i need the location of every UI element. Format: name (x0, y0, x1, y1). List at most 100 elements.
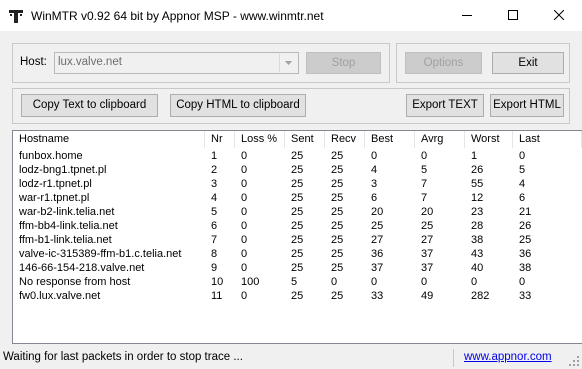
exit-button[interactable]: Exit (492, 52, 564, 74)
cell-last: 0 (519, 150, 526, 162)
cell-best: 0 (371, 150, 378, 162)
cell-avrg: 7 (421, 192, 428, 204)
cell-loss: 0 (241, 248, 248, 260)
column-header-sent[interactable]: Sent (285, 131, 325, 148)
cell-hostname: war-r1.tpnet.pl (19, 192, 90, 204)
options-button[interactable]: Options (405, 52, 482, 74)
title-bar[interactable]: WinMTR v0.92 64 bit by Appnor MSP - www.… (0, 0, 582, 31)
cell-hostname: ffm-b1-link.telia.net (19, 234, 112, 246)
cell-recv: 25 (331, 192, 344, 204)
status-bar: Waiting for last packets in order to sto… (0, 347, 582, 369)
table-row[interactable]: war-b2-link.telia.net 5 0 25 25 20 20 23 21 (13, 205, 582, 219)
cell-hostname: war-b2-link.telia.net (19, 206, 115, 218)
cell-last: 26 (519, 220, 532, 232)
cell-worst: 282 (471, 290, 490, 302)
cell-sent: 25 (291, 290, 304, 302)
cell-loss: 0 (241, 262, 248, 274)
cell-worst: 26 (471, 164, 484, 176)
cell-best: 37 (371, 262, 384, 274)
cell-hostname: ffm-bb4-link.telia.net (19, 220, 118, 232)
export-text-button[interactable]: Export TEXT (406, 94, 484, 117)
table-row[interactable]: 146-66-154-218.valve.net 9 0 25 25 37 37 40 38 (13, 261, 582, 275)
cell-best: 0 (371, 276, 378, 288)
table-body: funbox.home 1 0 25 25 0 0 1 0 lodz-bng1.tpnet.pl 2… (13, 149, 582, 303)
cell-nr: 7 (211, 234, 218, 246)
close-button[interactable] (536, 0, 582, 31)
column-header-hostname[interactable]: Hostname (13, 131, 205, 148)
column-header-worst[interactable]: Worst (465, 131, 513, 148)
table-row[interactable]: ffm-b1-link.telia.net 7 0 25 25 27 27 38 25 (13, 233, 582, 247)
close-icon (554, 10, 564, 20)
cell-recv: 25 (331, 220, 344, 232)
cell-avrg: 27 (421, 234, 434, 246)
table-row[interactable]: lodz-r1.tpnet.pl 3 0 25 25 3 7 55 4 (13, 177, 582, 191)
cell-nr: 9 (211, 262, 218, 274)
cell-last: 5 (519, 164, 526, 176)
column-header-nr[interactable]: Nr (205, 131, 235, 148)
cell-loss: 0 (241, 220, 248, 232)
copy-text-button[interactable]: Copy Text to clipboard (21, 94, 158, 117)
cell-sent: 25 (291, 220, 304, 232)
maximize-button[interactable] (490, 0, 536, 31)
table-row[interactable]: war-r1.tpnet.pl 4 0 25 25 6 7 12 6 (13, 191, 582, 205)
table-row[interactable]: valve-ic-315389-ffm-b1.c.telia.net 8 0 25 25… (13, 247, 582, 261)
column-header-recv[interactable]: Recv (325, 131, 365, 148)
cell-best: 27 (371, 234, 384, 246)
results-table[interactable]: Hostname Nr Loss % Sent Recv Best Avrg Worst Las… (12, 130, 582, 344)
cell-worst: 40 (471, 262, 484, 274)
copy-html-button[interactable]: Copy HTML to clipboard (170, 94, 306, 117)
host-label: Host: (20, 56, 47, 68)
cell-sent: 25 (291, 178, 304, 190)
cell-nr: 8 (211, 248, 218, 260)
window-title: WinMTR v0.92 64 bit by Appnor MSP - www.… (31, 9, 324, 23)
cell-nr: 2 (211, 164, 218, 176)
cell-worst: 0 (471, 276, 478, 288)
cell-recv: 25 (331, 164, 344, 176)
cell-avrg: 49 (421, 290, 434, 302)
cell-sent: 25 (291, 164, 304, 176)
column-header-loss[interactable]: Loss % (235, 131, 285, 148)
table-row[interactable]: ffm-bb4-link.telia.net 6 0 25 25 25 25 28 26 (13, 219, 582, 233)
cell-loss: 0 (241, 206, 248, 218)
column-header-avrg[interactable]: Avrg (415, 131, 465, 148)
host-combobox[interactable]: lux.valve.net (54, 52, 299, 74)
minimize-button[interactable] (444, 0, 490, 31)
resize-grip-icon[interactable] (569, 356, 580, 367)
cell-last: 25 (519, 234, 532, 246)
host-dropdown-button[interactable] (279, 54, 297, 72)
export-html-button[interactable]: Export HTML (490, 94, 564, 117)
cell-best: 20 (371, 206, 384, 218)
cell-recv: 25 (331, 234, 344, 246)
cell-loss: 0 (241, 150, 248, 162)
cell-sent: 25 (291, 234, 304, 246)
cell-avrg: 25 (421, 220, 434, 232)
column-header-best[interactable]: Best (365, 131, 415, 148)
appnor-link[interactable]: www.appnor.com (464, 351, 552, 363)
status-message: Waiting for last packets in order to sto… (3, 351, 243, 363)
cell-best: 33 (371, 290, 384, 302)
cell-loss: 0 (241, 192, 248, 204)
cell-worst: 43 (471, 248, 484, 260)
cell-loss: 0 (241, 164, 248, 176)
cell-best: 3 (371, 178, 378, 190)
cell-hostname: 146-66-154-218.valve.net (19, 262, 145, 274)
cell-avrg: 37 (421, 262, 434, 274)
table-row[interactable]: lodz-bng1.tpnet.pl 2 0 25 25 4 5 26 5 (13, 163, 582, 177)
cell-avrg: 0 (421, 276, 428, 288)
cell-loss: 0 (241, 290, 248, 302)
cell-worst: 12 (471, 192, 484, 204)
maximize-icon (508, 10, 518, 20)
cell-avrg: 7 (421, 178, 428, 190)
cell-sent: 25 (291, 192, 304, 204)
cell-hostname: lodz-bng1.tpnet.pl (19, 164, 107, 176)
table-row[interactable]: No response from host 10 100 5 0 0 0 0 0 (13, 275, 582, 289)
table-row[interactable]: fw0.lux.valve.net 11 0 25 25 33 49 282 33 (13, 289, 582, 303)
table-row[interactable]: funbox.home 1 0 25 25 0 0 1 0 (13, 149, 582, 163)
cell-worst: 1 (471, 150, 478, 162)
cell-nr: 11 (211, 290, 223, 302)
column-header-last[interactable]: Last (513, 131, 582, 148)
cell-recv: 25 (331, 290, 344, 302)
cell-last: 6 (519, 192, 526, 204)
stop-button[interactable]: Stop (306, 52, 381, 74)
winmtr-app-icon (9, 10, 23, 23)
